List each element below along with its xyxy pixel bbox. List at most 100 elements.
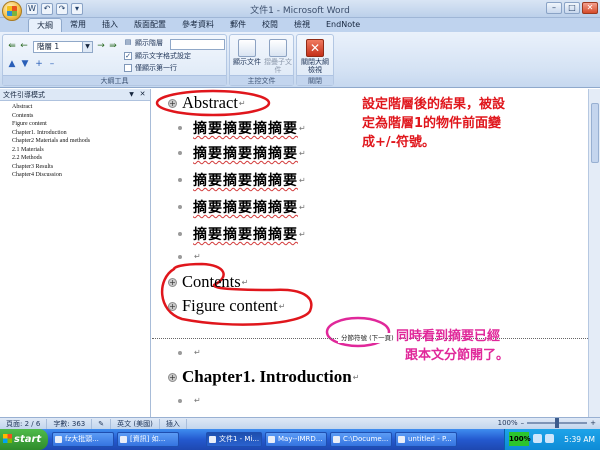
annotation-line: 同時看到摘要已經 [396, 329, 501, 344]
empty-line[interactable]: ↵ [176, 348, 201, 357]
zoom-level[interactable]: 100% [498, 419, 518, 427]
word-count[interactable]: 字數: 363 [47, 418, 93, 429]
empty-line[interactable]: ↵ [176, 396, 201, 405]
zoom-in-icon[interactable]: + [590, 419, 596, 427]
group-label-close: 關閉 [297, 75, 333, 85]
tab-endnote[interactable]: EndNote [318, 18, 368, 32]
nav-item-chapter3[interactable]: Chapter3 Results [12, 163, 150, 172]
start-button[interactable]: start [0, 429, 48, 450]
zoom-slider[interactable] [527, 418, 588, 428]
show-text-format-checkbox[interactable]: ✓ [124, 52, 132, 60]
paragraph-mark-icon: ↵ [299, 229, 306, 239]
nav-item-figure-content[interactable]: Figure content [12, 120, 150, 129]
section-break-label: 分節符號 (下一頁) [338, 333, 397, 343]
tab-outline[interactable]: 大綱 [28, 18, 62, 32]
outline-tools-group: ⇚ ← 階層 1 ▼ → ⇛ ▲ ▼ + – ▤ 顯示階層 ✓ 顯示文字格式設定… [2, 34, 227, 86]
taskbar-item-active[interactable]: 文件1 - Mi... [206, 432, 262, 447]
close-pane-icon[interactable]: ✕ [138, 90, 147, 99]
body-line[interactable]: 摘要摘要摘摘要 ↵ [176, 170, 306, 190]
redo-icon[interactable]: ↷ [56, 3, 68, 15]
document-area[interactable]: + Abstract ↵ 摘要摘要摘摘要 ↵ 摘要摘要摘摘要 ↵ 摘要摘要摘摘要… [152, 89, 588, 417]
nav-item-contents[interactable]: Contents [12, 112, 150, 121]
expand-plus-icon[interactable]: + [168, 372, 177, 382]
volume-icon[interactable] [545, 434, 554, 443]
insert-mode-indicator[interactable]: 插入 [160, 418, 187, 429]
customize-toolbar-icon[interactable]: ▾ [71, 3, 83, 15]
show-text-format-row[interactable]: ✓ 顯示文字格式設定 [124, 51, 191, 61]
outline-item-figure-content[interactable]: + Figure content ↵ [168, 296, 285, 316]
page-indicator[interactable]: 頁面: 2 / 6 [0, 418, 48, 429]
nav-item-abstract[interactable]: Abstract [12, 103, 150, 112]
expand-icon[interactable]: + [33, 59, 45, 69]
move-down-icon[interactable]: ▼ [19, 59, 31, 69]
nav-item-chapter1[interactable]: Chapter1. Introduction [12, 129, 150, 138]
body-line[interactable]: 摘要摘要摘摘要 ↵ [176, 197, 306, 217]
tab-home[interactable]: 常用 [62, 18, 94, 32]
show-document-label: 顯示文件 [233, 58, 261, 66]
tab-insert[interactable]: 插入 [94, 18, 126, 32]
word-icon[interactable]: W [26, 3, 38, 15]
close-window-button[interactable]: ✕ [582, 2, 598, 14]
network-icon[interactable] [533, 434, 542, 443]
show-level-row: ▤ 顯示階層 [124, 38, 163, 48]
nav-item-2-2[interactable]: 2.2 Methods [12, 154, 150, 163]
minimize-button[interactable]: – [546, 2, 562, 14]
taskbar-item[interactable]: fz大批頭... [52, 432, 114, 447]
undo-icon[interactable]: ↶ [41, 3, 53, 15]
demote-icon[interactable]: → [95, 41, 107, 51]
annotation-line: 設定階層後的結果，被設 [362, 97, 506, 112]
nav-item-2-1[interactable]: 2.1 Materials [12, 146, 150, 155]
show-first-line-label: 僅顯示第一行 [135, 64, 177, 72]
body-line[interactable]: 摘要摘要摘摘要 ↵ [176, 118, 306, 138]
battery-indicator[interactable]: 100% [509, 432, 531, 446]
nav-item-chapter2[interactable]: Chapter2 Materials and methods [12, 137, 150, 146]
taskbar-item[interactable]: untitled - P... [395, 432, 457, 447]
maximize-button[interactable]: □ [564, 2, 580, 14]
language-indicator[interactable]: 英文 (美國) [111, 418, 160, 429]
tab-view[interactable]: 檢視 [286, 18, 318, 32]
expand-plus-icon[interactable]: + [168, 301, 177, 311]
promote-to-heading1-icon[interactable]: ⇚ [6, 41, 18, 51]
outline-level-select[interactable]: 階層 1 ▼ [33, 41, 93, 53]
scrollbar-thumb[interactable] [591, 103, 599, 163]
tab-mailings[interactable]: 郵件 [222, 18, 254, 32]
collapse-subdocuments-label: 摺疊子文件 [264, 58, 292, 74]
office-button[interactable] [2, 1, 22, 21]
proofing-icon[interactable]: ✎ [92, 418, 112, 429]
show-level-select[interactable] [170, 39, 225, 50]
title-bar: W ↶ ↷ ▾ 文件1 - Microsoft Word – □ ✕ [0, 0, 600, 21]
chapter1-heading: Chapter1. Introduction [182, 367, 352, 386]
document-map-pane: 文件引導模式 ▼ ✕ Abstract Contents Figure cont… [0, 89, 151, 417]
show-first-line-row[interactable]: 僅顯示第一行 [124, 63, 177, 73]
promote-icon[interactable]: ← [18, 41, 30, 51]
body-line[interactable]: 摘要摘要摘摘要 ↵ [176, 143, 306, 163]
tab-references[interactable]: 參考資料 [174, 18, 222, 32]
collapse-icon[interactable]: – [46, 59, 58, 69]
expand-plus-icon[interactable]: + [168, 277, 177, 287]
body-line[interactable]: 摘要摘要摘摘要 ↵ [176, 224, 306, 244]
outline-item-abstract[interactable]: + Abstract ↵ [168, 93, 246, 113]
outline-item-contents[interactable]: + Contents ↵ [168, 272, 248, 292]
nav-item-chapter4[interactable]: Chapter4 Discussion [12, 171, 150, 180]
empty-line[interactable]: ↵ [176, 252, 201, 261]
show-document-button[interactable]: 顯示文件 [231, 39, 263, 66]
paragraph-mark-icon: ↵ [352, 372, 360, 382]
zoom-slider-knob[interactable] [555, 418, 560, 428]
taskbar-item[interactable]: C:\Docume... [330, 432, 392, 447]
outline-item-chapter1[interactable]: + Chapter1. Introduction ↵ [168, 367, 359, 387]
chevron-down-icon[interactable]: ▼ [127, 90, 136, 99]
zoom-out-icon[interactable]: – [521, 419, 525, 427]
taskbar-item[interactable]: [資訊] 如... [117, 432, 179, 447]
vertical-scrollbar[interactable] [588, 89, 600, 417]
tab-page-layout[interactable]: 版面配置 [126, 18, 174, 32]
expand-plus-icon[interactable]: + [168, 98, 177, 108]
paragraph-mark-icon: ↵ [299, 202, 306, 212]
demote-to-body-icon[interactable]: ⇛ [107, 41, 119, 51]
tab-review[interactable]: 校閱 [254, 18, 286, 32]
taskbar-item[interactable]: May--IMRD... [265, 432, 327, 447]
collapse-subdocuments-button[interactable]: 摺疊子文件 [262, 39, 294, 74]
move-up-icon[interactable]: ▲ [6, 59, 18, 69]
close-outline-view-button[interactable]: ✕ 關閉大綱檢視 [299, 39, 331, 74]
abstract-heading: Abstract [182, 93, 238, 112]
show-first-line-checkbox[interactable] [124, 64, 132, 72]
